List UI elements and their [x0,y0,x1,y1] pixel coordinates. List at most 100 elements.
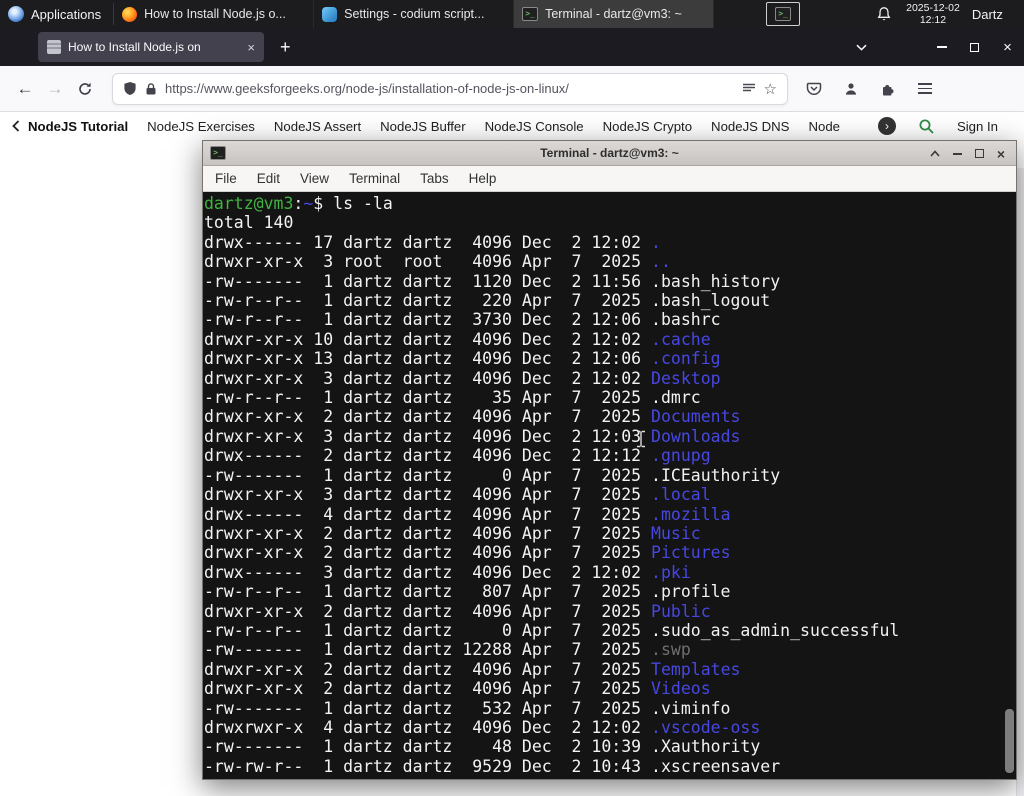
menu-tabs[interactable]: Tabs [410,166,459,192]
terminal-menubar: File Edit View Terminal Tabs Help [203,166,1016,192]
url-bar[interactable]: https://www.geeksforgeeks.org/node-js/in… [112,72,788,105]
terminal-output-line: drwxr-xr-x 2 dartz dartz 4096 Apr 7 2025… [204,523,701,543]
nav-link-buffer[interactable]: NodeJS Buffer [380,119,466,134]
forward-button[interactable]: → [40,74,70,104]
nav-link-exercises[interactable]: NodeJS Exercises [147,119,255,134]
page-scrollbar[interactable] [1016,168,1024,796]
scroll-right-button[interactable]: › [877,117,896,135]
minimize-icon [936,46,947,48]
panel-clock[interactable]: 2025-12-02 12:12 [906,2,960,26]
taskbar-window-terminal[interactable]: >_ Terminal - dartz@vm3: ~ [514,0,715,28]
window-minimize-button[interactable] [925,28,958,66]
minimize-button[interactable] [946,143,968,165]
terminal-output-line: drwx------ 2 dartz dartz 4096 Dec 2 12:1… [204,446,711,466]
terminal-window-controls: × [924,141,1012,166]
nav-link-console[interactable]: NodeJS Console [485,119,584,134]
terminal-output-line: drwxr-xr-x 3 dartz dartz 4096 Apr 7 2025… [204,485,711,505]
nav-link-assert[interactable]: NodeJS Assert [274,119,361,134]
terminal-output-line: drwxr-xr-x 10 dartz dartz 4096 Dec 2 12:… [204,329,711,349]
terminal-screen[interactable]: dartz@vm3:~$ ls -la total 140 drwx------ 1… [203,192,1016,779]
menu-file[interactable]: File [205,166,247,192]
search-icon[interactable] [918,118,935,135]
maximize-icon [970,42,979,52]
taskbar-window-codium[interactable]: Settings - codium script... [314,0,515,28]
terminal-output-line: drwx------ 17 dartz dartz 4096 Dec 2 12:… [204,232,661,252]
nav-link-tutorial[interactable]: NodeJS Tutorial [28,119,128,134]
chevron-down-icon [856,44,867,51]
scroll-left-icon[interactable] [10,119,22,133]
bookmark-star-icon[interactable]: ☆ [764,80,777,98]
terminal-output-line: total 140 [204,213,294,233]
pocket-icon [806,82,822,96]
terminal-output-line: drwxr-xr-x 3 dartz dartz 4096 Dec 2 12:0… [204,426,741,446]
sign-in-button[interactable]: Sign In [957,119,998,134]
back-button[interactable]: ← [10,74,40,104]
terminal-output-line: drwxr-xr-x 2 dartz dartz 4096 Apr 7 2025… [204,543,731,563]
minimize-icon [952,152,962,155]
terminal-output-line: drwxr-xr-x 2 dartz dartz 4096 Apr 7 2025… [204,407,741,427]
back-arrow-icon: ← [16,78,34,98]
terminal-output-line: -rw------- 1 dartz dartz 48 Dec 2 10:39 … [204,737,761,757]
site-nav-right: › Sign In [877,117,1014,135]
window-close-button[interactable]: × [991,28,1024,66]
shield-icon [124,82,136,95]
terminal-icon: >_ [775,7,792,21]
notification-bell-button[interactable] [876,6,892,23]
terminal-output-line: drwxr-xr-x 3 root root 4096 Apr 7 2025 .… [204,252,671,272]
menu-button[interactable] [913,77,937,101]
terminal-output-line: drwxr-xr-x 2 dartz dartz 4096 Apr 7 2025… [204,659,741,679]
tab-close-icon[interactable]: × [244,40,258,55]
tabstrip-controls: × [846,28,1024,66]
terminal-output-line: -rw------- 1 dartz dartz 12288 Apr 7 202… [204,640,691,660]
terminal-scrollbar-thumb[interactable] [1005,709,1014,773]
lock-icon [146,82,156,94]
taskbar-window-title: Settings - codium script... [344,7,485,21]
reload-icon [79,82,91,95]
new-tab-button[interactable]: + [274,37,297,58]
terminal-output-line: -rw-rw-r-- 1 dartz dartz 9529 Dec 2 10:4… [204,756,781,776]
nav-link-crypto[interactable]: NodeJS Crypto [603,119,692,134]
reader-view-icon[interactable] [742,83,756,95]
taskbar-window-title: Terminal - dartz@vm3: ~ [545,7,682,21]
terminal-output-line: -rw-r--r-- 1 dartz dartz 3730 Dec 2 12:0… [204,310,721,330]
list-all-tabs-button[interactable] [846,44,877,51]
browser-toolbar: ← → https://www.geeksforgeeks.org/node-j… [0,66,1024,112]
menu-terminal[interactable]: Terminal [339,166,410,192]
terminal-output-line: drwxrwxr-x 4 dartz dartz 4096 Dec 2 12:0… [204,717,761,737]
account-button[interactable] [839,77,863,101]
terminal-output-line: drwxr-xr-x 2 dartz dartz 4096 Apr 7 2025… [204,679,711,699]
pocket-button[interactable] [802,77,826,101]
chevron-up-icon [930,150,940,157]
menu-help[interactable]: Help [459,166,507,192]
nav-link-dns[interactable]: NodeJS DNS [711,119,789,134]
terminal-window: >_ Terminal - dartz@vm3: ~ × File Edit V… [202,140,1017,780]
desktop-panel: Applications How to Install Node.js o...… [0,0,1024,28]
clock-time: 12:12 [919,14,947,26]
taskbar-window-firefox[interactable]: How to Install Node.js o... [114,0,315,28]
terminal-output-line: -rw-r--r-- 1 dartz dartz 0 Apr 7 2025 .s… [204,620,900,640]
close-button[interactable]: × [990,143,1012,165]
tab-title: How to Install Node.js on [68,40,201,54]
clock-date: 2025-12-02 [906,2,960,14]
account-icon [845,82,857,95]
maximize-icon [974,149,984,158]
shade-button[interactable] [924,143,946,165]
nav-link-truncated[interactable]: Node [808,119,840,134]
terminal-output-line: drwx------ 4 dartz dartz 4096 Apr 7 2025… [204,504,731,524]
close-icon: × [996,145,1006,162]
applications-menu-button[interactable]: Applications [0,0,113,28]
maximize-button[interactable] [968,143,990,165]
mouse-cursor-ibeam [637,430,645,448]
window-maximize-button[interactable] [958,28,991,66]
extensions-button[interactable] [876,77,900,101]
url-text: https://www.geeksforgeeks.org/node-js/in… [165,81,569,96]
browser-tab-active[interactable]: How to Install Node.js on × [38,32,264,62]
terminal-titlebar[interactable]: >_ Terminal - dartz@vm3: ~ × [203,141,1016,166]
terminal-output: dartz@vm3:~$ ls -la total 140 drwx------ 1… [204,194,1016,776]
terminal-output-line: drwxr-xr-x 3 dartz dartz 4096 Dec 2 12:0… [204,368,721,388]
reload-button[interactable] [70,74,100,104]
tray-terminal-launcher[interactable]: >_ [766,2,801,26]
menu-view[interactable]: View [290,166,339,192]
bell-icon [877,6,891,20]
menu-edit[interactable]: Edit [247,166,290,192]
